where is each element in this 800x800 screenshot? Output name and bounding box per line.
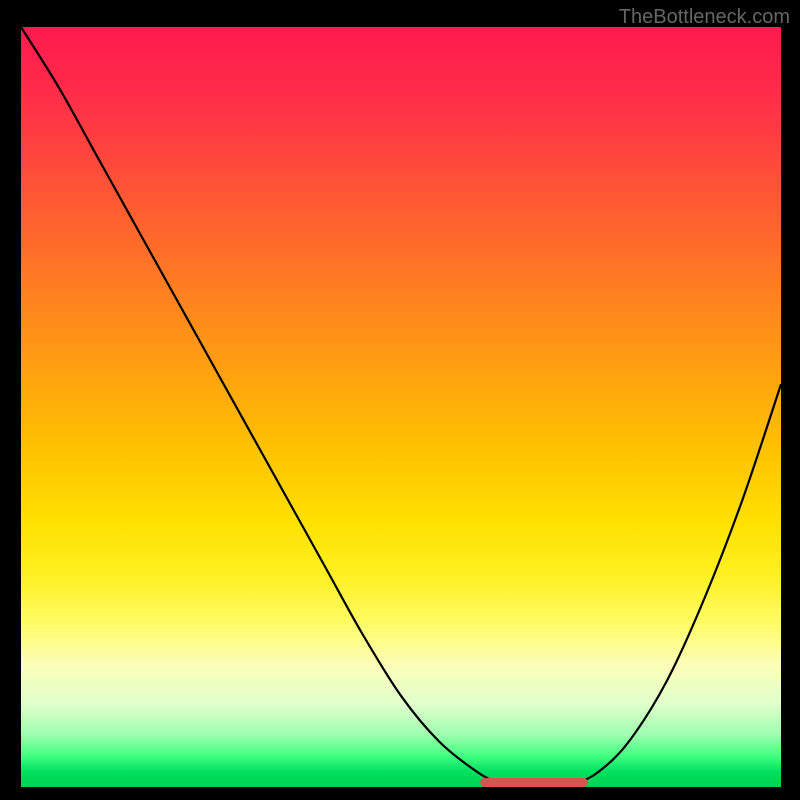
chart-plot-area (21, 27, 781, 787)
chart-svg (21, 27, 781, 787)
watermark-text: TheBottleneck.com (619, 6, 790, 29)
bottleneck-curve (21, 27, 781, 787)
